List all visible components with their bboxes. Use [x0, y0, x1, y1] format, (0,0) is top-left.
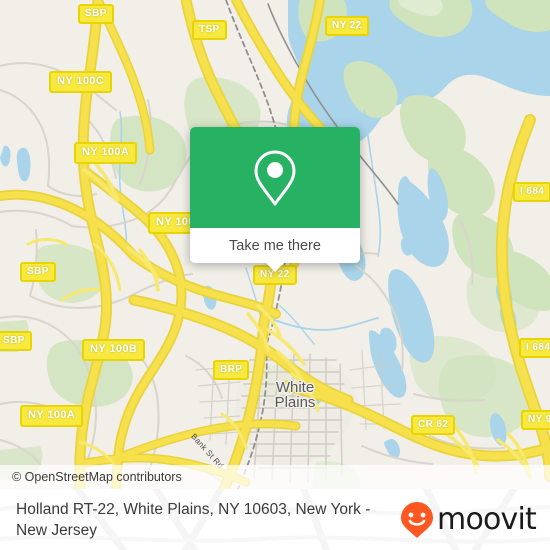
road-shield-i-684-bot: I 684 [519, 338, 550, 358]
road-shield-ny-100c: NY 100C [49, 71, 113, 93]
road-shield-brp: BRP [213, 360, 250, 380]
road-shield-ny-22-top: NY 22 [325, 16, 369, 36]
location-title: Holland RT-22, White Plains, NY 10603, N… [16, 500, 371, 539]
road-shield-ny-9a: NY 9 [521, 410, 550, 430]
screenshot-root: .water { fill:#a9d4ea; } .green { fill:#… [0, 0, 550, 550]
take-me-there-label: Take me there [229, 237, 321, 254]
road-shield-ny-100b: NY 100B [82, 339, 146, 361]
road-shield-sbp-left: SBP [0, 331, 32, 351]
destination-popup-card[interactable]: Take me there [190, 127, 360, 272]
popup-footer[interactable]: Take me there [190, 228, 360, 263]
moovit-wordmark: moovit [437, 501, 537, 537]
road-shield-cr-62: CR 62 [411, 415, 456, 435]
road-shield-ny-100a-top: NY 100A [74, 142, 138, 164]
road-shield-sbp-mid: SBP [20, 262, 56, 282]
road-shield-tsp: TSP [192, 20, 227, 40]
bottom-info-bar: Holland RT-22, White Plains, NY 10603, N… [0, 489, 550, 550]
map-pin-icon [254, 150, 296, 205]
map-canvas[interactable]: .water { fill:#a9d4ea; } .green { fill:#… [0, 0, 550, 489]
moovit-brand[interactable]: moovit [400, 501, 550, 539]
road-shield-sbp-top: SBP [78, 4, 114, 24]
popup-header [190, 127, 360, 228]
popup-inner: Take me there [190, 127, 360, 263]
road-shield-ny-100a-bot: NY 100A [20, 405, 84, 427]
road-shield-i-684-top: I 684 [513, 182, 550, 202]
map-attribution[interactable]: © OpenStreetMap contributors [0, 465, 550, 489]
place-label-white-plains: White Plains [274, 379, 316, 411]
popup-pointer-tail [265, 262, 285, 272]
moovit-pin-smiley-icon [401, 501, 434, 538]
